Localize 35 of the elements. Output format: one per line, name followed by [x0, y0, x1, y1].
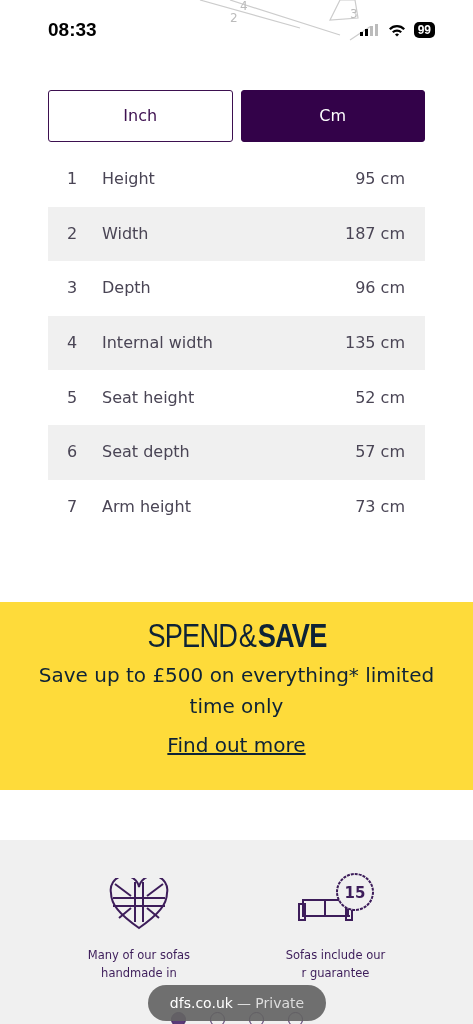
wifi-icon — [387, 23, 406, 37]
dimension-value: 52 cm — [355, 386, 406, 409]
find-out-more-link[interactable]: Find out more — [167, 730, 306, 761]
dimension-value: 57 cm — [355, 441, 406, 464]
dimension-name: Arm height — [102, 495, 192, 518]
promo-text: Save up to £500 on everything* limited time only — [37, 662, 436, 721]
row-number: 2 — [66, 222, 79, 245]
dimension-name: Seat depth — [102, 441, 191, 464]
union-flag-heart-icon — [108, 878, 169, 931]
dimension-name: Seat height — [102, 386, 196, 409]
unit-toggle-button[interactable]: Cm — [240, 90, 425, 142]
row-number: 7 — [66, 495, 79, 518]
feature-text: Many of our sofas handmade in — [87, 947, 191, 983]
row-number: 3 — [66, 277, 79, 300]
signal-icon — [359, 24, 380, 36]
dimension-name: Width — [102, 222, 150, 245]
row-number: 6 — [66, 441, 79, 464]
spend-and-save-logo: SPEND&SAVE — [146, 618, 327, 653]
dimension-value: 95 cm — [355, 168, 406, 191]
row-number: 5 — [66, 386, 79, 409]
dimension-name: Height — [102, 168, 156, 191]
dimension-name: Depth — [102, 277, 152, 300]
clock: 08:33 — [48, 19, 97, 41]
dimension-name: Internal width — [102, 332, 214, 355]
dimension-value: 96 cm — [355, 277, 406, 300]
dimension-value: 187 cm — [345, 222, 406, 245]
battery-indicator: 99 — [413, 22, 435, 38]
row-number: 1 — [66, 168, 79, 191]
feature-text: Sofas include our r guarantee — [285, 947, 386, 983]
url-toast[interactable]: dfs.co.uk — Private — [148, 985, 326, 1022]
sofa-diagram-drawing: 4 2 3 — [180, 0, 370, 50]
dimension-value: 135 cm — [345, 332, 406, 355]
row-number: 4 — [66, 332, 79, 355]
dimension-value: 73 cm — [355, 495, 406, 518]
unit-toggle-button[interactable]: Inch — [48, 90, 233, 142]
